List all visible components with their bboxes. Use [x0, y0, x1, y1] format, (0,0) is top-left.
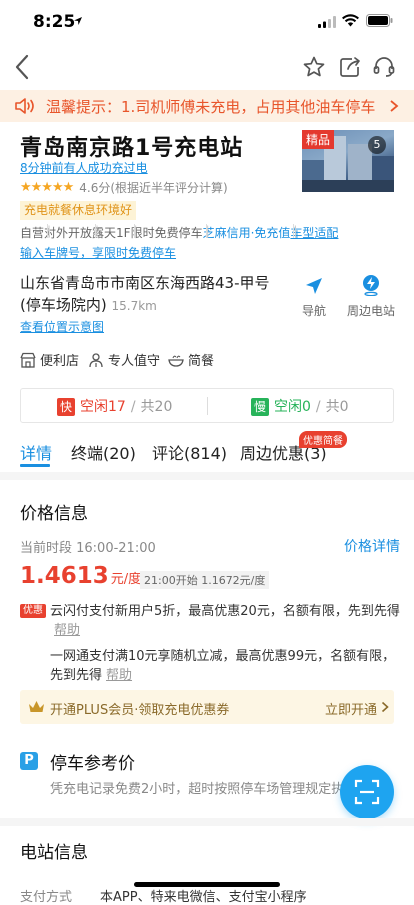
- tab-bar: 详情 终端(20) 评论(814) 周边优惠(3): [0, 430, 414, 472]
- bowl-icon: [168, 355, 184, 367]
- amenity-meal: 简餐: [168, 350, 214, 369]
- plus-membership-banner[interactable]: 开通PLUS会员·领取充电优惠券 立即开通: [20, 690, 394, 724]
- feature-item: 自营: [20, 226, 45, 240]
- notice-bar[interactable]: 温馨提示：1.司机师傅未充电，占用其他油车停车位...: [0, 90, 414, 122]
- feature-item: 对外开放: [44, 226, 93, 240]
- plus-text: 开通PLUS会员·领取充电优惠券: [50, 703, 230, 718]
- recent-charge-link[interactable]: 8分钟前有人成功充过电: [20, 159, 148, 176]
- tab-reviews[interactable]: 评论(814): [152, 440, 227, 464]
- price-period: 当前时段 16:00-21:00: [20, 541, 156, 556]
- slow-total: 共0: [325, 399, 349, 415]
- amenity-attendant: 专人值守: [88, 350, 160, 369]
- chevron-right-icon: [390, 100, 399, 112]
- discount-unionpay: 云闪付支付新用户5折，最高优惠20元，名额有限，先到先得帮助: [50, 602, 400, 640]
- status-time: 8:25: [33, 12, 76, 32]
- station-tag: 充电就餐休息环境好: [20, 201, 137, 220]
- status-bar: 8:25: [0, 0, 414, 44]
- location-arrow-icon: [74, 17, 82, 25]
- slow-charger-status: 慢空闲0/共0: [251, 396, 349, 416]
- availability-divider: [207, 397, 208, 415]
- station-address: 山东省青岛市市南区东海西路43-甲号(停车场院内) 15.7km: [20, 272, 290, 317]
- amenity-label: 便利店: [40, 354, 80, 369]
- chevron-right-icon: [381, 701, 389, 713]
- fast-badge: 快: [57, 398, 75, 416]
- help-link[interactable]: 帮助: [54, 623, 80, 638]
- map-diagram-link[interactable]: 查看位置示意图: [20, 318, 104, 335]
- discount-tag: 优惠: [20, 604, 46, 618]
- tab-details[interactable]: 详情: [20, 440, 52, 464]
- amenity-store: 便利店: [20, 350, 79, 369]
- speaker-icon: [15, 98, 34, 114]
- battery-icon: [366, 14, 393, 27]
- active-tab-indicator: [20, 464, 50, 467]
- current-price: 1.4613 元/度: [20, 563, 141, 589]
- photo-quality-badge: 精品: [302, 130, 335, 149]
- share-icon[interactable]: [338, 55, 362, 79]
- discount-text: 云闪付支付新用户5折，最高优惠20元，名额有限，先到先得: [50, 604, 400, 619]
- fast-free: 空闲17: [80, 399, 126, 415]
- fast-charger-status: 快空闲17/共20: [57, 396, 172, 416]
- plus-action: 立即开通: [325, 703, 378, 718]
- nav-bar: [0, 44, 414, 90]
- amenity-label: 专人值守: [108, 354, 161, 369]
- slow-badge: 慢: [251, 398, 269, 416]
- price-section-title: 价格信息: [20, 504, 88, 524]
- home-indicator: [134, 882, 280, 887]
- feature-row: 自营 | 对外开放 | 露天1F | 限时免费停车 | 芝麻信用·免充值 | 车型适配: [20, 224, 339, 240]
- station-name: 青岛南京路1号充电站: [20, 136, 244, 161]
- availability-panel[interactable]: 快空闲17/共20 慢空闲0/共0: [20, 388, 394, 423]
- notice-text: 温馨提示：1.司机师傅未充电，占用其他油车停车位...: [46, 98, 376, 116]
- fast-total: 共20: [140, 399, 173, 415]
- help-link[interactable]: 帮助: [106, 668, 132, 683]
- scan-button[interactable]: [340, 765, 394, 819]
- scan-icon: [354, 779, 380, 805]
- parking-title: 停车参考价: [50, 754, 135, 774]
- station-photo[interactable]: 精品 5: [302, 130, 394, 192]
- navigation-arrow-icon: [306, 278, 322, 294]
- store-icon: [20, 352, 36, 368]
- customer-service-icon[interactable]: [372, 55, 396, 79]
- parking-icon: P: [20, 752, 38, 770]
- attendant-icon: [89, 352, 103, 367]
- distance: 15.7km: [111, 299, 157, 313]
- navigate-button[interactable]: 导航: [299, 274, 329, 319]
- plate-input-link[interactable]: 输入车牌号，享限时免费停车: [20, 244, 176, 261]
- promo-badge: 优惠简餐: [299, 431, 347, 448]
- tab-terminals[interactable]: 终端(20): [71, 440, 136, 464]
- feature-item: 限时免费停车: [130, 226, 203, 240]
- nearby-label: 周边电站: [346, 304, 395, 318]
- next-period-price: 21:00开始 1.1672元/度: [140, 571, 270, 589]
- charging-pin-icon: [363, 275, 379, 296]
- section-divider: [0, 818, 414, 826]
- discount-text: 一网通支付满10元享随机立减，最高优惠99元，名额有限，先到先得: [50, 649, 396, 683]
- section-divider: [0, 472, 414, 480]
- nearby-stations-button[interactable]: 周边电站: [345, 274, 397, 319]
- back-icon[interactable]: [14, 54, 30, 80]
- parking-desc: 凭充电记录免费2小时，超时按照停车场管理规定执行: [50, 782, 350, 797]
- price-detail-link[interactable]: 价格详情: [344, 536, 400, 556]
- crown-icon: [29, 701, 44, 712]
- rating-row: ★★★★★ 4.6分(根据近半年评分计算): [20, 178, 228, 196]
- photo-count: 5: [368, 136, 386, 154]
- price-unit: 元/度: [110, 572, 142, 587]
- star-icon[interactable]: [302, 55, 326, 79]
- rating-stars: ★★★★★: [20, 179, 74, 195]
- rating-text: 4.6分(根据近半年评分计算): [79, 180, 228, 195]
- signal-icon: [318, 16, 336, 28]
- price-value: 1.4613: [20, 563, 109, 589]
- slow-free: 空闲0: [274, 399, 311, 415]
- navigate-label: 导航: [301, 304, 326, 318]
- station-info-title: 电站信息: [20, 843, 88, 863]
- amenity-label: 简餐: [188, 354, 215, 369]
- vehicle-compat-link[interactable]: 车型适配: [290, 226, 338, 240]
- zhima-credit-feature: 芝麻信用·免充值: [202, 226, 291, 240]
- discount-yiwangtong: 一网通支付满10元享随机立减，最高优惠99元，名额有限，先到先得 帮助: [50, 647, 400, 685]
- wifi-icon: [342, 14, 359, 27]
